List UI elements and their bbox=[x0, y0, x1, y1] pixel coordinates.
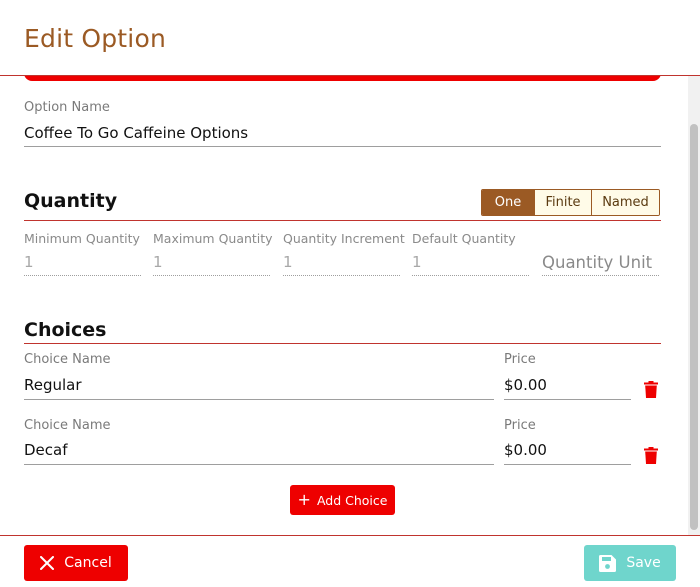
choice-price-input[interactable]: $0.00 bbox=[504, 441, 547, 459]
quantity-increment-underline bbox=[283, 275, 400, 276]
choice-name-input[interactable]: Regular bbox=[24, 376, 82, 394]
choice-price-label: Price bbox=[504, 418, 536, 433]
choice-name-label: Choice Name bbox=[24, 418, 111, 433]
quantity-mode-named[interactable]: Named bbox=[591, 190, 659, 215]
quantity-section-title: Quantity bbox=[24, 190, 118, 212]
dialog-footer: Cancel Save bbox=[0, 535, 700, 587]
trash-icon[interactable] bbox=[644, 381, 658, 398]
maximum-quantity-label: Maximum Quantity bbox=[153, 231, 273, 246]
close-icon bbox=[40, 556, 55, 570]
quantity-unit-underline bbox=[542, 275, 659, 276]
cancel-label: Cancel bbox=[64, 555, 112, 571]
quantity-mode-one[interactable]: One bbox=[482, 190, 534, 215]
option-name-input[interactable]: Coffee To Go Caffeine Options bbox=[24, 124, 248, 142]
choices-section-title: Choices bbox=[24, 319, 107, 341]
minimum-quantity-underline bbox=[24, 275, 141, 276]
choice-name-underline bbox=[24, 464, 494, 465]
quantity-increment-label: Quantity Increment bbox=[283, 231, 405, 246]
plus-icon: + bbox=[297, 490, 311, 509]
default-quantity-label: Default Quantity bbox=[412, 231, 516, 246]
dialog-title: Edit Option bbox=[24, 24, 166, 53]
quantity-mode-toggle: One Finite Named bbox=[481, 189, 660, 216]
dialog-header: Edit Option bbox=[0, 0, 700, 76]
dialog-body[interactable]: Option Name Coffee To Go Caffeine Option… bbox=[0, 76, 700, 535]
maximum-quantity-input[interactable]: 1 bbox=[153, 253, 163, 271]
edit-option-dialog: Edit Option Option Name Coffee To Go Caf… bbox=[0, 0, 700, 587]
choices-section-divider bbox=[24, 343, 661, 344]
maximum-quantity-underline bbox=[153, 275, 270, 276]
choice-name-input[interactable]: Decaf bbox=[24, 441, 68, 459]
add-choice-label: Add Choice bbox=[316, 492, 388, 508]
save-button[interactable]: Save bbox=[584, 545, 676, 581]
choice-name-label: Choice Name bbox=[24, 352, 111, 367]
choice-price-underline bbox=[504, 464, 631, 465]
choice-name-underline bbox=[24, 399, 494, 400]
floppy-disk-icon bbox=[599, 554, 617, 572]
option-name-label: Option Name bbox=[24, 100, 110, 115]
minimum-quantity-label: Minimum Quantity bbox=[24, 231, 140, 246]
quantity-unit-input[interactable]: Quantity Unit bbox=[542, 253, 652, 272]
quantity-section-divider bbox=[24, 220, 661, 221]
quantity-mode-finite[interactable]: Finite bbox=[534, 190, 591, 215]
cancel-button[interactable]: Cancel bbox=[24, 545, 128, 581]
scrollbar-track[interactable] bbox=[688, 76, 700, 535]
choice-price-input[interactable]: $0.00 bbox=[504, 376, 547, 394]
choice-price-label: Price bbox=[504, 352, 536, 367]
default-quantity-input[interactable]: 1 bbox=[412, 253, 422, 271]
option-name-underline bbox=[24, 146, 661, 147]
minimum-quantity-input[interactable]: 1 bbox=[24, 253, 34, 271]
add-choice-button[interactable]: + Add Choice bbox=[290, 485, 395, 515]
default-quantity-underline bbox=[412, 275, 529, 276]
choice-price-underline bbox=[504, 399, 631, 400]
save-label: Save bbox=[626, 555, 661, 571]
trash-icon[interactable] bbox=[644, 447, 658, 464]
scrollbar-thumb[interactable] bbox=[690, 124, 698, 530]
error-banner bbox=[24, 76, 661, 81]
quantity-increment-input[interactable]: 1 bbox=[283, 253, 293, 271]
